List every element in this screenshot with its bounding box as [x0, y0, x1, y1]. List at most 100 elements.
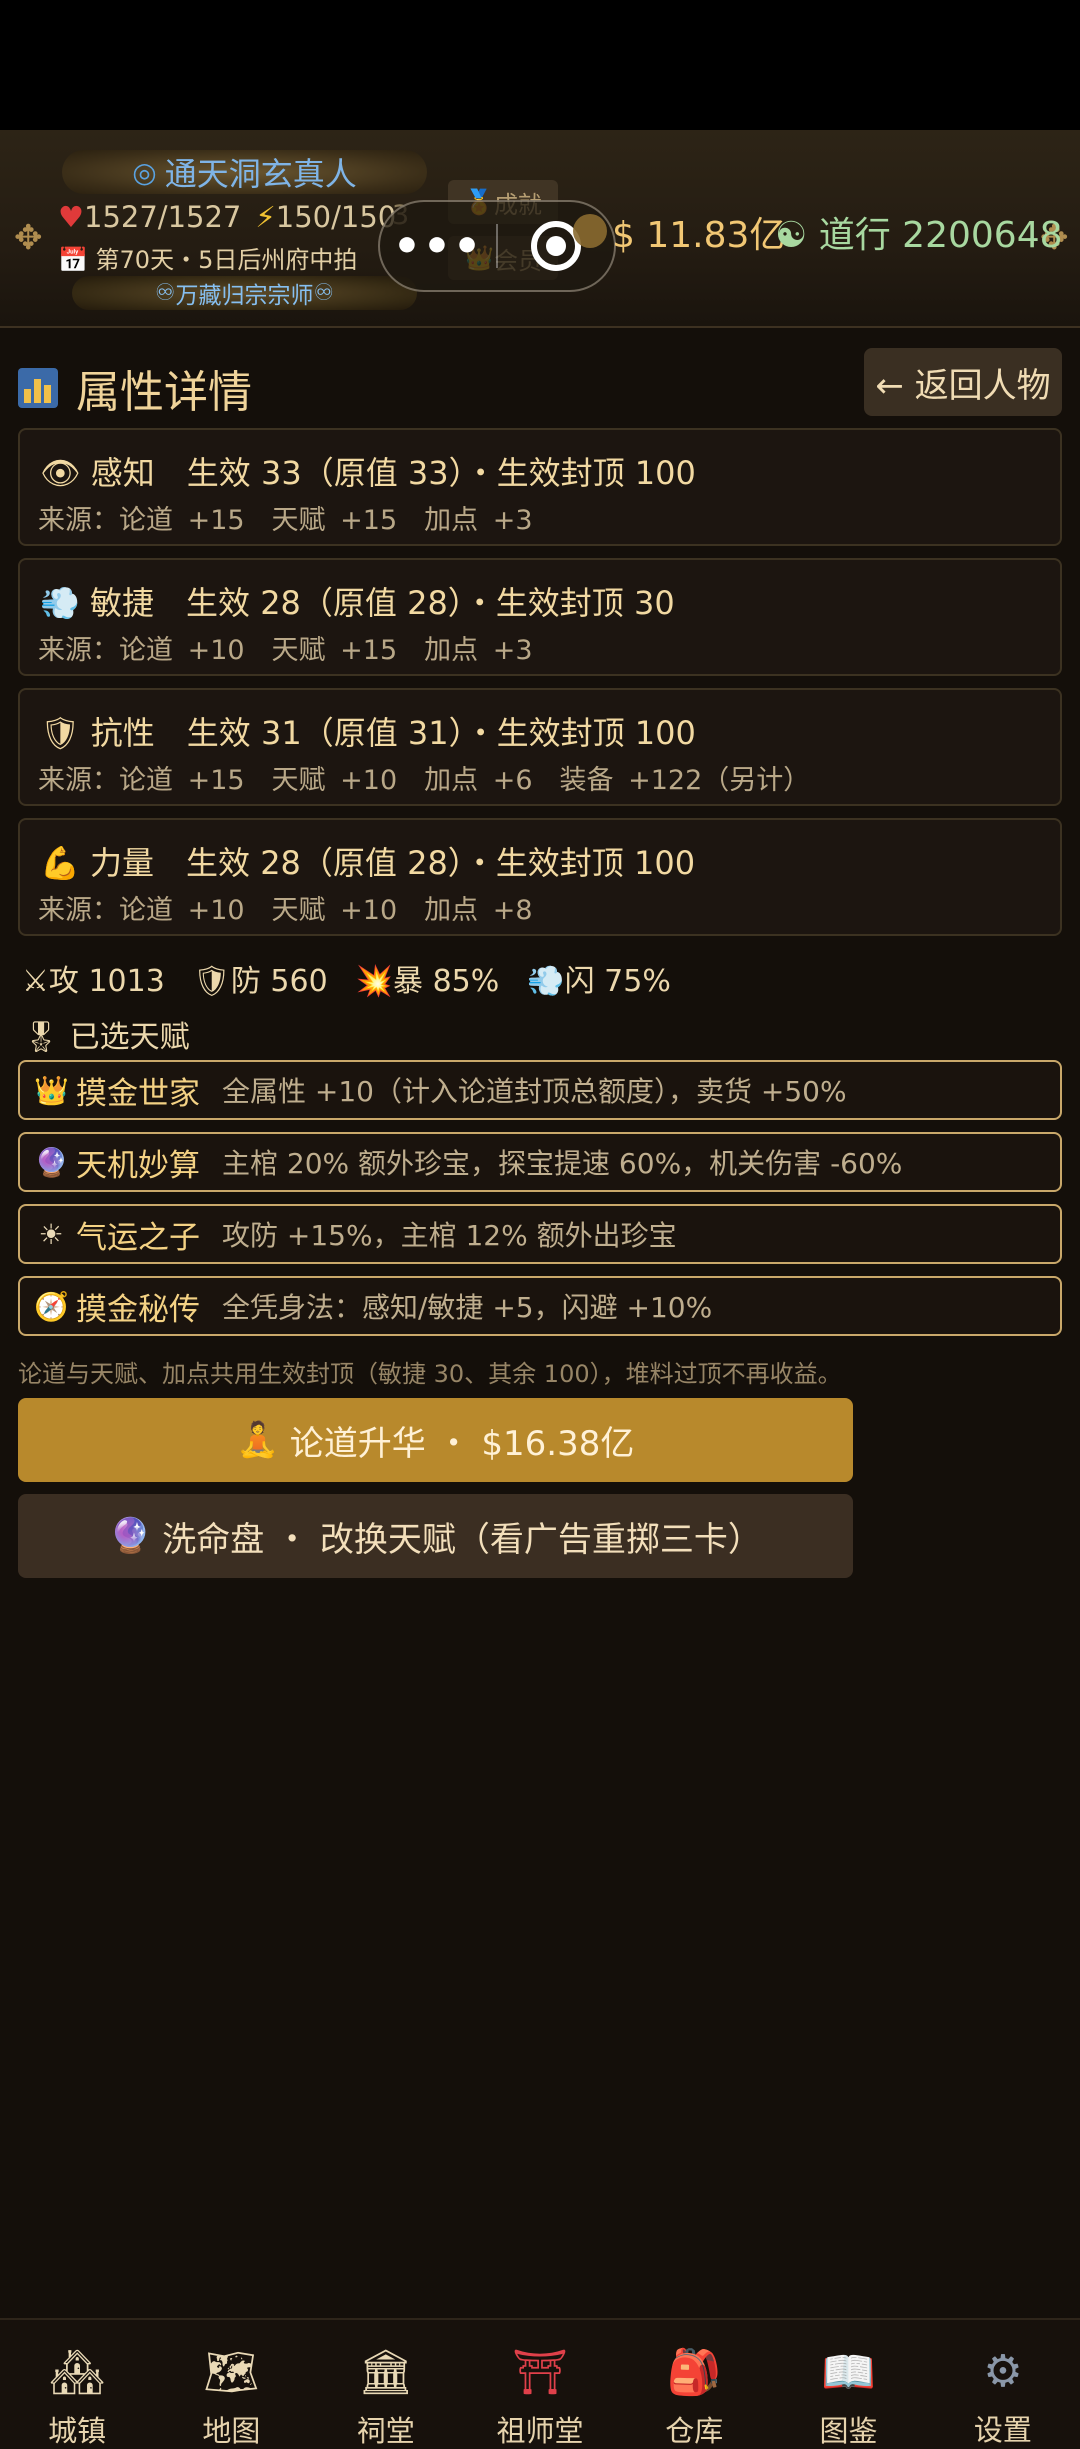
tab-label: 城镇: [48, 2414, 107, 2448]
attribute-sources: 来源：论道 +15 天赋 +10 加点 +6 装备 +122（另计）: [38, 765, 811, 796]
yin-yang-icon: ☯: [775, 215, 808, 256]
calendar-icon: 📅: [58, 246, 88, 274]
swords-icon: ⚔: [22, 964, 49, 999]
attack-value: 攻 1013: [48, 964, 165, 999]
torii-icon: ⛩: [512, 2347, 568, 2398]
tab-map[interactable]: 🗺 地图: [156, 2320, 306, 2449]
energy-stat: ⚡150/150: [255, 200, 396, 234]
vitals-row: ♥1527/1527 ⚡150/150: [58, 200, 396, 234]
tab-label: 设置: [973, 2413, 1032, 2447]
tab-shrine[interactable]: 🏛 祠堂: [311, 2320, 461, 2449]
upgrade-button[interactable]: 🧘 论道升华 ・ $16.38亿: [18, 1398, 853, 1482]
player-title-plate[interactable]: ◎ 通天洞玄真人: [62, 150, 427, 194]
tab-label: 地图: [202, 2414, 261, 2448]
attribute-card-agility: 💨 敏捷 生效 28（原值 28）・生效封顶 30 来源：论道 +10 天赋 +…: [18, 558, 1062, 676]
sect-title: 万藏归宗宗师: [175, 283, 314, 309]
attribute-summary: 💨 敏捷 生效 28（原值 28）・生效封顶 30: [40, 578, 675, 624]
gear-icon: ⚙: [983, 2346, 1023, 2397]
attribute-summary-text: 抗性 生效 31（原值 31）・生效封顶 100: [90, 714, 696, 752]
talent-name: 摸金秘传: [76, 1291, 200, 1328]
talent-item[interactable]: 🔮 天机妙算 主棺 20% 额外珍宝，探宝提速 60%，机关伤害 -60%: [18, 1132, 1062, 1192]
bar-chart-icon: [18, 368, 58, 408]
miniprogram-capsule: •••: [378, 200, 616, 292]
bolt-icon: ⚡: [255, 200, 276, 234]
attribute-summary: 👁 感知 生效 33（原值 33）・生效封顶 100: [40, 448, 696, 494]
money-value: $ 11.83亿: [612, 215, 786, 256]
temple-icon: 🏛: [357, 2347, 414, 2398]
medal-icon: 🎖: [22, 1020, 61, 1055]
talent-name: 气运之子: [76, 1219, 200, 1256]
defense-value: 防 560: [230, 964, 328, 999]
tab-town[interactable]: 🏘 城镇: [2, 2320, 152, 2449]
tab-settings[interactable]: ⚙ 设置: [928, 2320, 1078, 2449]
attribute-summary: 💪 力量 生效 28（原值 28）・生效封顶 100: [40, 838, 695, 884]
tab-label: 图鉴: [819, 2414, 878, 2448]
attribute-sources: 来源：论道 +10 天赋 +10 加点 +8: [38, 895, 533, 926]
combat-stats-row: ⚔攻 1013 🛡防 560 💥暴 85% 💨闪 75%: [22, 956, 671, 1000]
crit-value: 暴 85%: [393, 964, 500, 999]
page-heading: 属性详情: [18, 356, 252, 420]
crown-icon: 👑: [34, 1073, 69, 1107]
talents-heading-text: 已选天赋: [69, 1020, 190, 1055]
status-bar: [0, 0, 1080, 130]
dodge-stat: 💨闪 75%: [527, 956, 671, 1000]
day-info: 第70天・5日后州府中拍: [95, 246, 358, 274]
attribute-card-perception: 👁 感知 生效 33（原值 33）・生效封顶 100 来源：论道 +15 天赋 …: [18, 428, 1062, 546]
compass-icon: 🧭: [34, 1289, 69, 1323]
attribute-card-resistance: 🛡 抗性 生效 31（原值 31）・生效封顶 100 来源：论道 +15 天赋 …: [18, 688, 1062, 806]
page-title: 属性详情: [76, 367, 252, 418]
town-icon: 🏘: [49, 2347, 106, 2398]
talent-name: 天机妙算: [76, 1147, 200, 1184]
bottom-tab-bar: 🏘 城镇 🗺 地图 🏛 祠堂 ⛩ 祖师堂 🎒 仓库 📖 图鉴 ⚙ 设置: [0, 2318, 1080, 2449]
tab-label: 祠堂: [356, 2414, 415, 2448]
dodge-value: 闪 75%: [564, 964, 671, 999]
burst-icon: 💥: [355, 964, 394, 999]
attribute-sources: 来源：论道 +15 天赋 +15 加点 +3: [38, 505, 533, 536]
sect-title-plate[interactable]: ♾ 万藏归宗宗师 ♾: [72, 276, 417, 310]
back-to-character-button[interactable]: ← 返回人物: [864, 348, 1062, 416]
attribute-sources: 来源：论道 +10 天赋 +15 加点 +3: [38, 635, 533, 666]
talent-item[interactable]: ☀ 气运之子 攻防 +15%，主棺 12% 额外出珍宝: [18, 1204, 1062, 1264]
infinity-icon: ♾: [313, 280, 335, 306]
daoxing-value: ☯ 道行 2200648: [775, 206, 1063, 258]
sun-icon: ☀: [38, 1217, 64, 1251]
talents-heading: 🎖 已选天赋: [22, 1012, 190, 1056]
book-icon: 📖: [821, 2347, 876, 2398]
hp-value: 1527/1527: [84, 200, 242, 234]
attribute-summary-text: 力量 生效 28（原值 28）・生效封顶 100: [90, 844, 696, 882]
talent-desc: 全凭身法：感知/敏捷 +5，闪避 +10%: [222, 1291, 713, 1324]
attribute-summary: 🛡 抗性 生效 31（原值 31）・生效封顶 100: [40, 708, 696, 754]
cap-note: 论道与天赋、加点共用生效封顶（敏捷 30、其余 100），堆料过顶不再收益。: [18, 1360, 842, 1388]
talent-desc: 全属性 +10（计入论道封顶总额度），卖货 +50%: [222, 1075, 847, 1108]
meditate-icon: 🧘: [236, 1420, 279, 1460]
talent-name: 摸金世家: [76, 1075, 200, 1112]
day-info-row: 📅 第70天・5日后州府中拍: [58, 240, 357, 275]
defense-stat: 🛡防 560: [193, 956, 328, 1000]
reroll-label: 洗命盘 ・ 改换天赋（看广告重掷三卡）: [162, 1519, 762, 1560]
wind-icon: 💨: [527, 964, 565, 999]
tab-warehouse[interactable]: 🎒 仓库: [619, 2320, 769, 2449]
shield-icon: 🛡: [192, 964, 231, 999]
tab-codex[interactable]: 📖 图鉴: [774, 2320, 924, 2449]
heart-icon: ♥: [58, 200, 84, 234]
talent-desc: 攻防 +15%，主棺 12% 额外出珍宝: [222, 1219, 677, 1252]
ornament-left-icon: ✥: [14, 218, 43, 258]
more-menu-button[interactable]: •••: [380, 221, 496, 272]
crystal-ball-icon: 🔮: [34, 1145, 69, 1179]
reroll-talents-button[interactable]: 🔮 洗命盘 ・ 改换天赋（看广告重掷三卡）: [18, 1494, 853, 1578]
muscle-icon: 💪: [40, 844, 80, 882]
backpack-icon: 🎒: [666, 2347, 722, 2398]
crit-stat: 💥暴 85%: [356, 956, 500, 1000]
player-title: 通天洞玄真人: [164, 155, 357, 193]
tab-ancestor-hall[interactable]: ⛩ 祖师堂: [465, 2320, 615, 2449]
crystal-ball-icon: 🔮: [109, 1516, 152, 1556]
talent-item[interactable]: 🧭 摸金秘传 全凭身法：感知/敏捷 +5，闪避 +10%: [18, 1276, 1062, 1336]
energy-value: 150/150: [275, 200, 397, 234]
coin-icon: [573, 214, 607, 248]
upgrade-label: 论道升华 ・ $16.38亿: [289, 1423, 635, 1464]
daoxing-text: 道行 2200648: [818, 215, 1063, 256]
eye-icon: 👁: [40, 454, 81, 492]
hp-stat: ♥1527/1527: [58, 200, 241, 234]
attribute-card-strength: 💪 力量 生效 28（原值 28）・生效封顶 100 来源：论道 +10 天赋 …: [18, 818, 1062, 936]
talent-item[interactable]: 👑 摸金世家 全属性 +10（计入论道封顶总额度），卖货 +50%: [18, 1060, 1062, 1120]
